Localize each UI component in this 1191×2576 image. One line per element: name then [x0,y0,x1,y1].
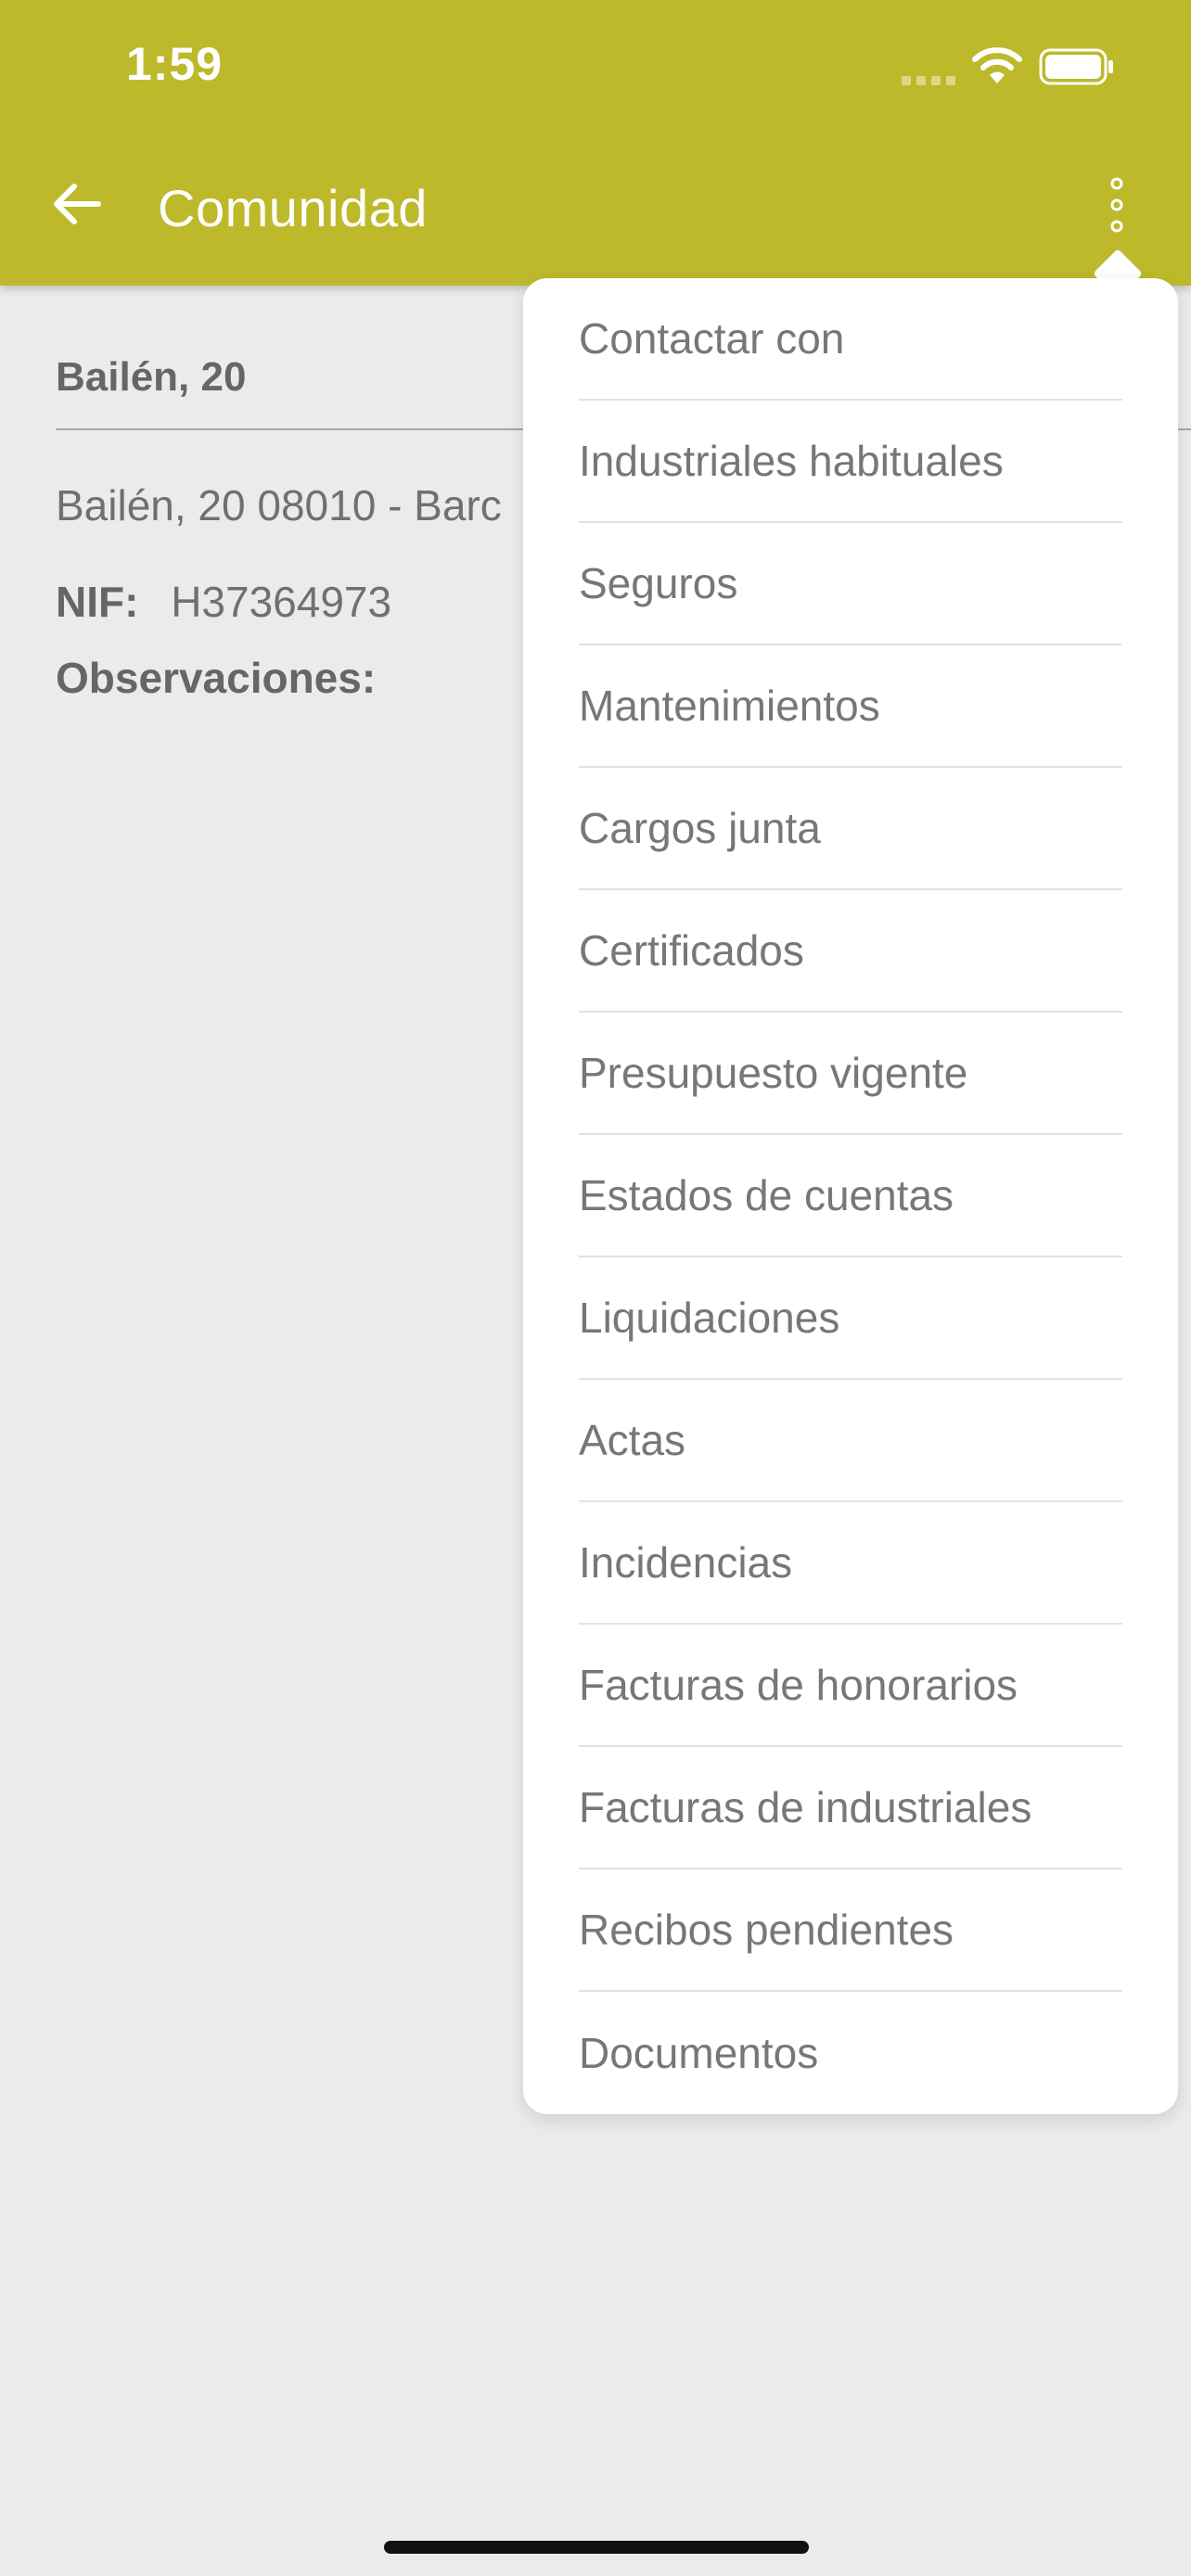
nif-value: H37364973 [171,578,392,626]
menu-item-mantenimientos[interactable]: Mantenimientos [579,645,1122,768]
menu-item-certificados[interactable]: Certificados [579,890,1122,1013]
status-time: 1:59 [126,38,224,90]
menu-item-liquidaciones[interactable]: Liquidaciones [579,1257,1122,1380]
battery-icon [1039,48,1113,85]
signal-dots-icon [902,76,957,85]
menu-item-seguros[interactable]: Seguros [579,523,1122,645]
menu-item-industriales-habituales[interactable]: Industriales habituales [579,401,1122,523]
menu-item-facturas-de-industriales[interactable]: Facturas de industriales [579,1747,1122,1869]
menu-item-facturas-de-honorarios[interactable]: Facturas de honorarios [579,1625,1122,1747]
menu-item-recibos-pendientes[interactable]: Recibos pendientes [579,1869,1122,1992]
nif-row: NIF: H37364973 [56,577,391,627]
menu-item-actas[interactable]: Actas [579,1380,1122,1502]
menu-item-presupuesto-vigente[interactable]: Presupuesto vigente [579,1013,1122,1135]
menu-item-incidencias[interactable]: Incidencias [579,1502,1122,1625]
screen: 1:59 Comunidad Bailén, 20 Bailén, 20 080… [0,0,1191,2576]
page-title: Comunidad [158,179,428,237]
menu-item-contactar-con[interactable]: Contactar con [579,278,1122,401]
community-address: Bailén, 20 08010 - Barc [56,481,502,529]
community-name: Bailén, 20 [56,354,247,400]
overflow-menu: Contactar con Industriales habituales Se… [523,278,1178,2114]
menu-item-cargos-junta[interactable]: Cargos junta [579,768,1122,890]
home-indicator[interactable] [384,2541,809,2554]
nif-label: NIF: [56,578,139,626]
wifi-icon [972,47,1022,83]
menu-item-documentos[interactable]: Documentos [579,1992,1122,2114]
observations-label: Observaciones: [56,654,377,702]
more-vertical-icon[interactable] [1098,176,1135,241]
menu-item-estados-de-cuentas[interactable]: Estados de cuentas [579,1135,1122,1257]
back-arrow-icon[interactable] [48,176,104,232]
